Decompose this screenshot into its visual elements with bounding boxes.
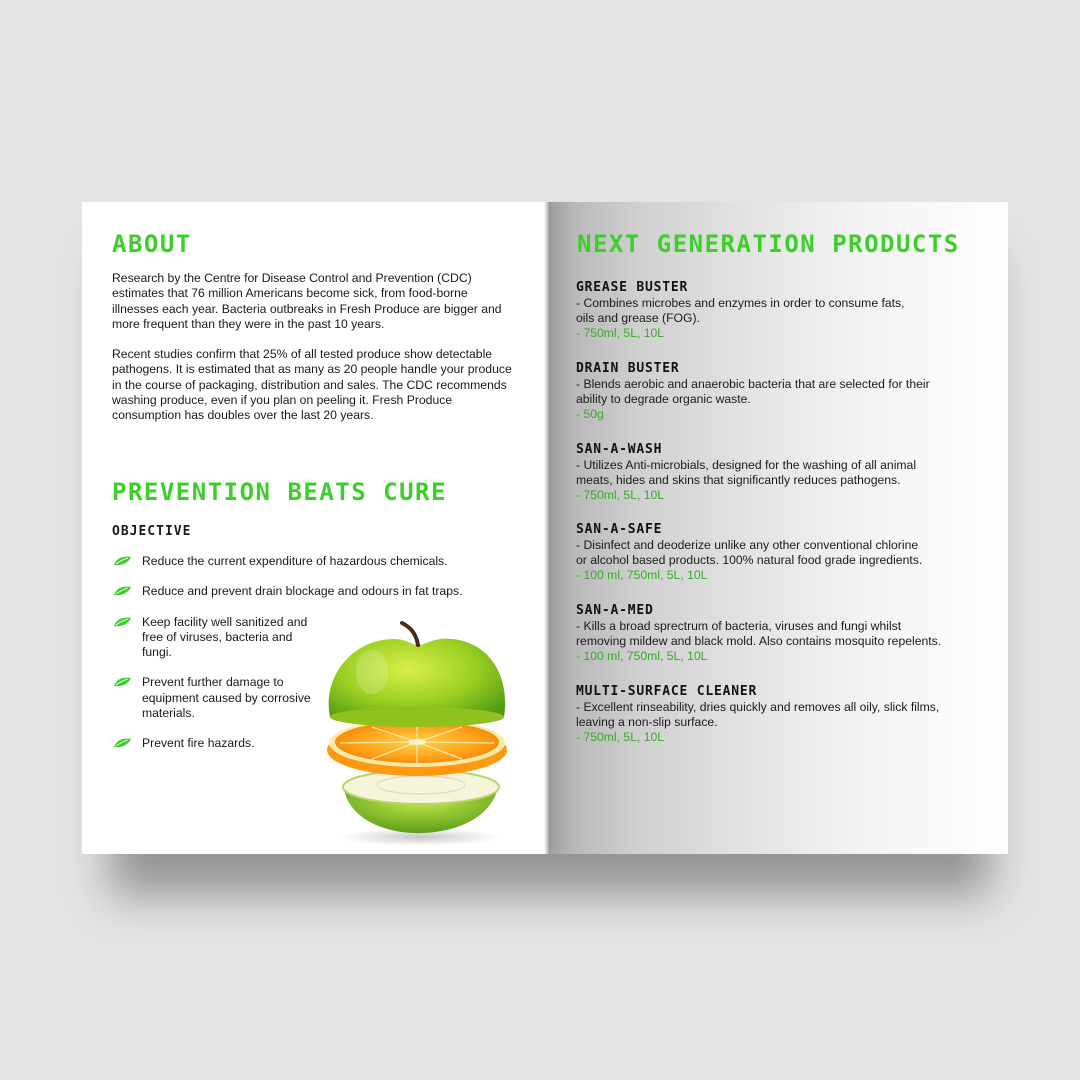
- products-title: NEXT GENERATION PRODUCTS: [577, 230, 960, 258]
- product-sizes: - 750ml, 5L, 10L: [576, 488, 665, 502]
- product-multi-surface-cleaner: MULTI-SURFACE CLEANER - Excellent rinsea…: [576, 684, 996, 745]
- product-name: DRAIN BUSTER: [576, 361, 680, 376]
- product-description: - Kills a broad sprectrum of bacteria, v…: [576, 619, 942, 648]
- product-drain-buster: DRAIN BUSTER - Blends aerobic and anaero…: [576, 361, 996, 422]
- product-name: GREASE BUSTER: [576, 280, 689, 295]
- stacked-fruit-image: [327, 621, 507, 846]
- about-paragraph-2: Recent studies confirm that 25% of all t…: [112, 347, 512, 423]
- leaf-icon: [114, 586, 131, 596]
- brochure-spread: ABOUT Research by the Centre for Disease…: [82, 202, 1008, 854]
- product-san-a-med: SAN-A-MED - Kills a broad sprectrum of b…: [576, 603, 996, 664]
- product-name: SAN-A-WASH: [576, 442, 663, 457]
- objective-text: Prevent fire hazards.: [142, 736, 255, 751]
- product-san-a-safe: SAN-A-SAFE - Disinfect and deoderize unl…: [576, 522, 996, 583]
- objective-item: Reduce and prevent drain blockage and od…: [112, 584, 512, 599]
- product-description: - Combines microbes and enzymes in order…: [576, 296, 905, 325]
- product-name: SAN-A-MED: [576, 603, 654, 618]
- leaf-icon: [114, 739, 131, 748]
- left-page: ABOUT Research by the Centre for Disease…: [82, 202, 547, 854]
- product-sizes: - 50g: [576, 407, 604, 421]
- product-description: - Blends aerobic and anaerobic bacteria …: [576, 377, 930, 406]
- product-sizes: - 750ml, 5L, 10L: [576, 730, 665, 744]
- prevention-title: PREVENTION BEATS CURE: [112, 478, 447, 506]
- objective-item: Reduce the current expenditure of hazard…: [112, 554, 512, 569]
- objective-text: Reduce and prevent drain blockage and od…: [142, 584, 463, 599]
- product-sizes: - 100 ml, 750ml, 5L, 10L: [576, 649, 708, 663]
- product-name: MULTI-SURFACE CLEANER: [576, 684, 758, 699]
- leaf-icon: [114, 617, 131, 626]
- product-san-a-wash: SAN-A-WASH - Utilizes Anti-microbials, d…: [576, 442, 996, 503]
- product-description: - Disinfect and deoderize unlike any oth…: [576, 538, 923, 567]
- objective-label: OBJECTIVE: [112, 524, 192, 539]
- objective-text: Prevent further damage to equipment caus…: [142, 675, 311, 721]
- product-sizes: - 100 ml, 750ml, 5L, 10L: [576, 568, 708, 582]
- product-sizes: - 750ml, 5L, 10L: [576, 326, 665, 340]
- objective-item: Prevent fire hazards.: [112, 736, 320, 751]
- about-paragraph-1: Research by the Centre for Disease Contr…: [112, 271, 502, 331]
- objective-text: Reduce the current expenditure of hazard…: [142, 554, 448, 568]
- leaf-icon: [114, 556, 131, 566]
- brochure-mockup: ABOUT Research by the Centre for Disease…: [0, 0, 1080, 1080]
- objective-text: Keep facility well sanitized and free of…: [142, 614, 308, 660]
- product-name: SAN-A-SAFE: [576, 522, 663, 537]
- product-description: - Utilizes Anti-microbials, designed for…: [576, 458, 917, 487]
- page-fold: [544, 202, 550, 854]
- objective-item: Prevent further damage to equipment caus…: [112, 675, 320, 721]
- leaf-icon: [114, 678, 131, 687]
- right-page: NEXT GENERATION PRODUCTS GREASE BUSTER -…: [547, 202, 1008, 854]
- product-description: - Excellent rinseability, dries quickly …: [576, 700, 940, 729]
- product-grease-buster: GREASE BUSTER - Combines microbes and en…: [576, 280, 996, 341]
- objective-item: Keep facility well sanitized and free of…: [112, 615, 320, 661]
- about-title: ABOUT: [112, 230, 192, 258]
